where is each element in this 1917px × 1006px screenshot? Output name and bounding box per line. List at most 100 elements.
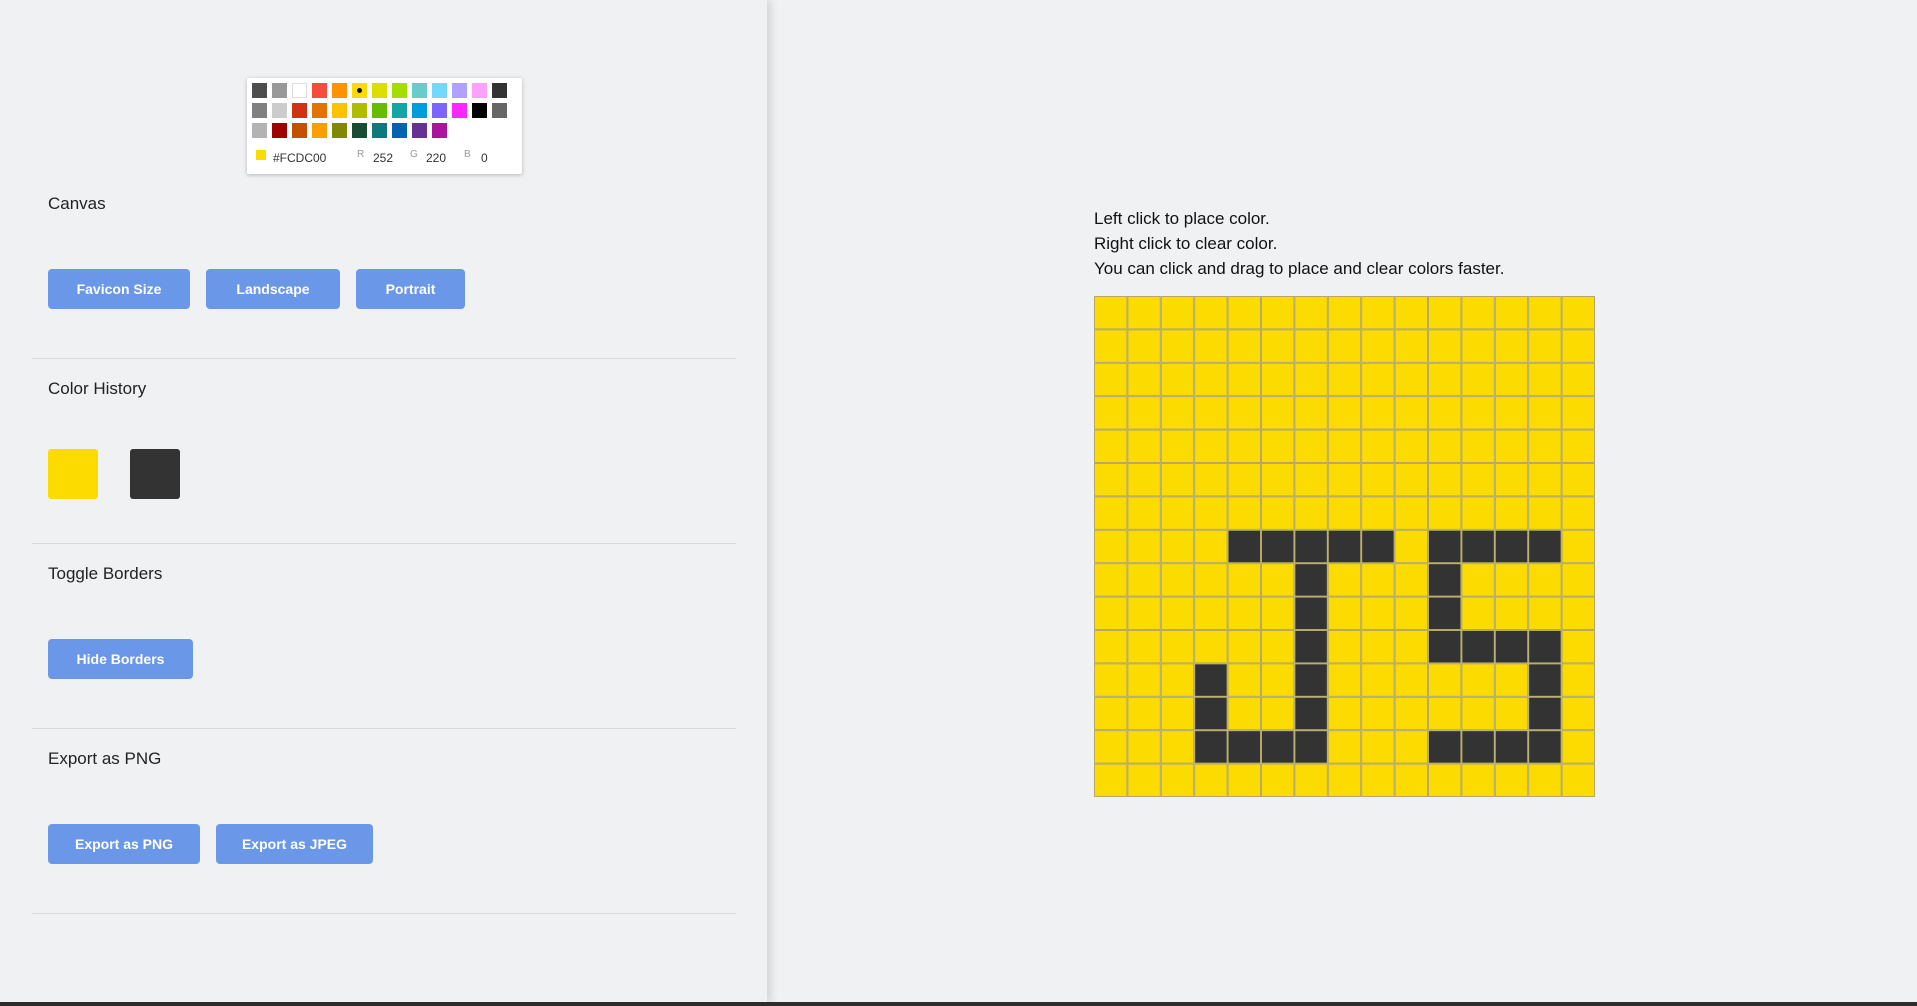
pixel-cell[interactable] <box>1227 630 1262 664</box>
pixel-cell[interactable] <box>1428 362 1462 397</box>
pixel-cell[interactable] <box>1261 730 1295 764</box>
pixel-cell[interactable] <box>1261 596 1295 631</box>
pixel-cell[interactable] <box>1394 696 1429 731</box>
pixel-cell[interactable] <box>1094 362 1128 397</box>
pixel-cell[interactable] <box>1461 296 1495 330</box>
pixel-cell[interactable] <box>1394 396 1429 430</box>
pixel-cell[interactable] <box>1428 563 1462 597</box>
pixel-cell[interactable] <box>1561 696 1595 731</box>
pixel-cell[interactable] <box>1528 362 1562 397</box>
pixel-cell[interactable] <box>1494 596 1529 631</box>
pixel-cell[interactable] <box>1561 663 1595 697</box>
pixel-cell[interactable] <box>1361 296 1395 330</box>
pixel-cell[interactable] <box>1494 396 1529 430</box>
pixel-cell[interactable] <box>1561 463 1595 497</box>
pixel-cell[interactable] <box>1494 429 1529 464</box>
pixel-cell[interactable] <box>1361 396 1395 430</box>
pixel-cell[interactable] <box>1160 463 1195 497</box>
pixel-cell[interactable] <box>1261 630 1295 664</box>
palette-swatch[interactable] <box>452 103 467 118</box>
pixel-cell[interactable] <box>1461 563 1495 597</box>
pixel-cell[interactable] <box>1194 730 1228 764</box>
palette-swatch[interactable] <box>272 123 287 138</box>
pixel-cell[interactable] <box>1394 563 1429 597</box>
pixel-cell[interactable] <box>1094 463 1128 497</box>
palette-swatch[interactable] <box>412 103 427 118</box>
pixel-cell[interactable] <box>1227 763 1262 797</box>
pixel-cell[interactable] <box>1194 696 1228 731</box>
pixel-cell[interactable] <box>1561 730 1595 764</box>
pixel-cell[interactable] <box>1361 329 1395 363</box>
pixel-cell[interactable] <box>1461 730 1495 764</box>
pixel-cell[interactable] <box>1227 329 1262 363</box>
pixel-cell[interactable] <box>1461 696 1495 731</box>
pixel-cell[interactable] <box>1294 529 1328 564</box>
pixel-cell[interactable] <box>1528 596 1562 631</box>
export-png-button[interactable]: Export as PNG <box>48 824 200 864</box>
palette-swatch[interactable] <box>272 103 287 118</box>
pixel-cell[interactable] <box>1461 596 1495 631</box>
pixel-cell[interactable] <box>1094 329 1128 363</box>
pixel-cell[interactable] <box>1094 529 1128 564</box>
pixel-cell[interactable] <box>1428 730 1462 764</box>
pixel-cell[interactable] <box>1327 563 1362 597</box>
palette-swatch[interactable] <box>252 103 267 118</box>
pixel-cell[interactable] <box>1194 329 1228 363</box>
pixel-cell[interactable] <box>1227 563 1262 597</box>
pixel-cell[interactable] <box>1327 730 1362 764</box>
palette-swatch[interactable] <box>452 83 467 98</box>
pixel-cell[interactable] <box>1261 362 1295 397</box>
pixel-cell[interactable] <box>1461 496 1495 530</box>
pixel-cell[interactable] <box>1428 596 1462 631</box>
pixel-cell[interactable] <box>1528 396 1562 430</box>
pixel-cell[interactable] <box>1160 730 1195 764</box>
pixel-cell[interactable] <box>1294 429 1328 464</box>
pixel-cell[interactable] <box>1094 630 1128 664</box>
pixel-cell[interactable] <box>1160 696 1195 731</box>
pixel-cell[interactable] <box>1094 396 1128 430</box>
pixel-cell[interactable] <box>1528 429 1562 464</box>
pixel-cell[interactable] <box>1327 429 1362 464</box>
pixel-cell[interactable] <box>1227 596 1262 631</box>
portrait-button[interactable]: Portrait <box>356 269 465 309</box>
pixel-cell[interactable] <box>1094 696 1128 731</box>
pixel-cell[interactable] <box>1561 396 1595 430</box>
pixel-cell[interactable] <box>1494 296 1529 330</box>
pixel-cell[interactable] <box>1494 696 1529 731</box>
pixel-cell[interactable] <box>1160 496 1195 530</box>
pixel-cell[interactable] <box>1160 362 1195 397</box>
pixel-cell[interactable] <box>1361 362 1395 397</box>
palette-swatch[interactable] <box>392 123 407 138</box>
pixel-cell[interactable] <box>1094 663 1128 697</box>
pixel-cell[interactable] <box>1194 463 1228 497</box>
palette-swatch[interactable] <box>412 123 427 138</box>
b-value[interactable]: 0 <box>481 151 488 165</box>
landscape-button[interactable]: Landscape <box>206 269 340 309</box>
palette-swatch[interactable] <box>352 123 367 138</box>
palette-swatch[interactable] <box>332 83 347 98</box>
pixel-cell[interactable] <box>1528 730 1562 764</box>
pixel-cell[interactable] <box>1127 596 1161 631</box>
pixel-cell[interactable] <box>1461 663 1495 697</box>
pixel-cell[interactable] <box>1361 529 1395 564</box>
palette-swatch[interactable] <box>392 83 407 98</box>
pixel-cell[interactable] <box>1127 362 1161 397</box>
pixel-cell[interactable] <box>1461 362 1495 397</box>
palette-swatch[interactable] <box>252 83 267 98</box>
pixel-cell[interactable] <box>1494 496 1529 530</box>
pixel-cell[interactable] <box>1528 696 1562 731</box>
pixel-cell[interactable] <box>1394 496 1429 530</box>
pixel-cell[interactable] <box>1127 396 1161 430</box>
pixel-cell[interactable] <box>1428 463 1462 497</box>
palette-swatch[interactable] <box>352 103 367 118</box>
pixel-cell[interactable] <box>1361 663 1395 697</box>
pixel-cell[interactable] <box>1494 463 1529 497</box>
pixel-cell[interactable] <box>1394 362 1429 397</box>
pixel-cell[interactable] <box>1494 329 1529 363</box>
pixel-cell[interactable] <box>1327 630 1362 664</box>
pixel-cell[interactable] <box>1528 329 1562 363</box>
pixel-cell[interactable] <box>1528 496 1562 530</box>
pixel-cell[interactable] <box>1194 496 1228 530</box>
palette-swatch[interactable] <box>332 123 347 138</box>
pixel-cell[interactable] <box>1461 463 1495 497</box>
